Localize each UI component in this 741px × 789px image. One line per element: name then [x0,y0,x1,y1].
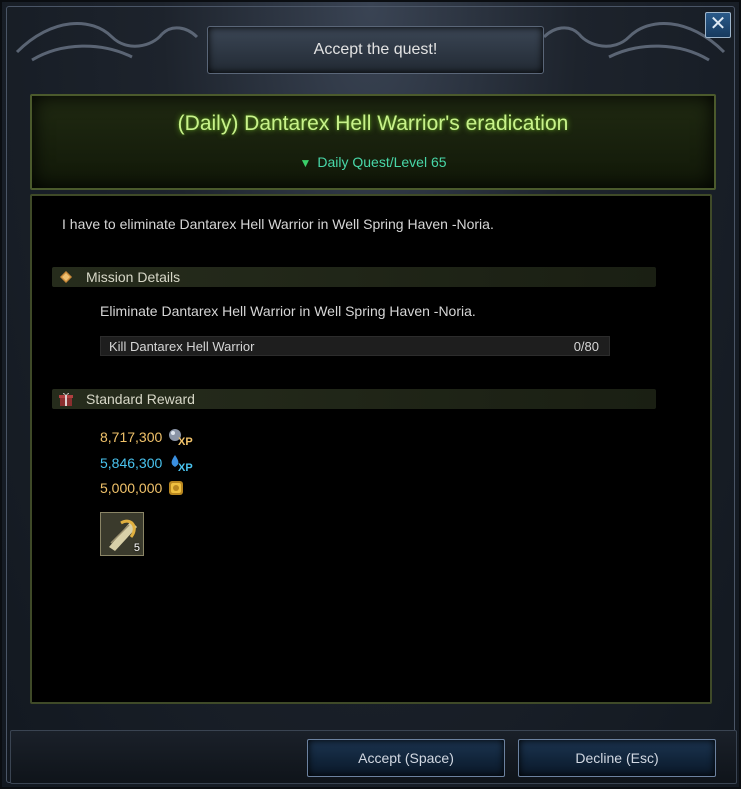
mission-details-header: Mission Details [52,267,656,287]
mission-text: Eliminate Dantarex Hell Warrior in Well … [100,303,476,319]
quest-subtitle: ▼ Daily Quest/Level 65 [32,154,714,170]
item-count: 5 [133,542,140,554]
quest-dialog: Accept the quest! ✕ (Daily) Dantarex Hel… [0,0,741,789]
svg-text:XP: XP [178,436,193,446]
objective-row: Kill Dantarex Hell Warrior 0/80 [100,336,610,356]
svg-text:XP: XP [178,462,193,472]
gold-coin-icon [168,480,184,496]
quest-body: I have to eliminate Dantarex Hell Warrio… [30,194,712,704]
reward-item-slot[interactable]: 5 [100,512,144,556]
water-drop-xp-icon: XP [168,454,194,472]
quest-description: I have to eliminate Dantarex Hell Warrio… [62,216,494,232]
gold-reward: 5,000,000 [100,480,184,496]
decline-button[interactable]: Decline (Esc) [518,739,716,777]
standard-reward-label: Standard Reward [86,391,195,407]
quest-header: (Daily) Dantarex Hell Warrior's eradicat… [30,94,716,190]
xp-reward: 8,717,300 XP [100,428,194,446]
accept-button[interactable]: Accept (Space) [307,739,505,777]
close-icon: ✕ [709,13,727,35]
xp-amount: 8,717,300 [100,429,163,445]
gift-box-icon [58,391,74,407]
skill-xp-reward: 5,846,300 XP [100,454,194,472]
ornament-left [15,22,199,62]
objective-label: Kill Dantarex Hell Warrior [109,338,255,354]
quest-type-level: Daily Quest/Level 65 [317,154,447,170]
triangle-down-icon: ▼ [299,156,312,170]
ornament-right [542,22,726,62]
gold-amount: 5,000,000 [100,480,163,496]
standard-reward-header: Standard Reward [52,389,656,409]
objective-progress: 0/80 [573,338,599,354]
xp-orb-icon: XP [168,428,194,446]
close-button[interactable]: ✕ [705,12,731,38]
quest-title: (Daily) Dantarex Hell Warrior's eradicat… [177,112,569,135]
compass-icon [58,269,74,285]
window-title: Accept the quest! [207,26,544,74]
mission-details-label: Mission Details [86,269,181,285]
skill-xp-amount: 5,846,300 [100,455,163,471]
